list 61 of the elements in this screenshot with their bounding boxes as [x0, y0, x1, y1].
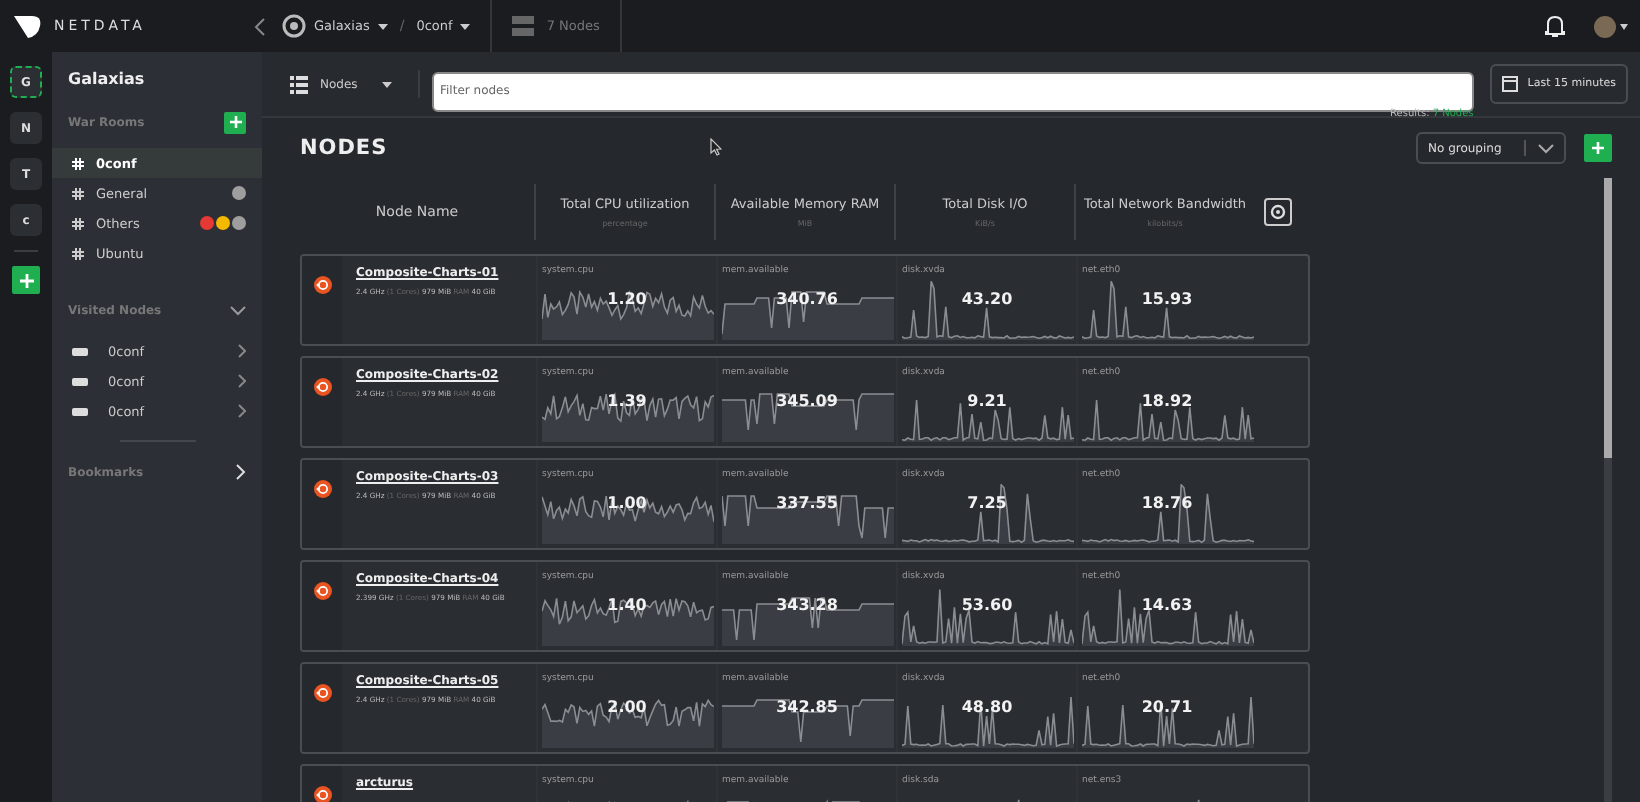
ubuntu-icon	[313, 786, 331, 802]
metric-value: 7.25	[965, 494, 1009, 512]
plus-icon	[229, 116, 241, 128]
plus-icon	[1592, 142, 1604, 154]
metric-value: 1.40	[605, 596, 649, 614]
bell-icon[interactable]	[1544, 14, 1566, 38]
ubuntu-icon	[313, 480, 331, 498]
calendar-icon	[1501, 76, 1518, 92]
caret-icon[interactable]	[1620, 23, 1628, 29]
metric-value: 20.71	[1139, 698, 1195, 716]
ubuntu-icon	[313, 378, 331, 396]
ubuntu-icon	[313, 276, 331, 294]
server-icon	[72, 347, 88, 355]
cursor-icon	[710, 138, 722, 156]
space-title: Galaxias	[66, 70, 147, 92]
metric-value: 14.63	[1139, 596, 1195, 614]
server-icon	[72, 407, 88, 415]
metric-value: 53.60	[959, 596, 1015, 614]
settings-button[interactable]	[1264, 198, 1292, 226]
add-button[interactable]	[1584, 134, 1612, 162]
chevron-icon	[238, 374, 246, 388]
page-heading: NODES	[300, 136, 388, 160]
caret-icon	[381, 81, 392, 87]
metric-value: 337.55	[774, 494, 840, 512]
plus-icon	[19, 273, 33, 287]
hash-icon	[72, 217, 84, 229]
hash-icon	[72, 187, 84, 199]
metric-value: 1.39	[605, 392, 649, 410]
metric-value: 1.20	[605, 290, 649, 308]
chevron-icon[interactable]	[230, 305, 246, 315]
metric-value: 343.28	[774, 596, 840, 614]
chevron-icon	[238, 404, 246, 418]
ubuntu-icon	[313, 582, 331, 600]
metric-value: 18.92	[1139, 392, 1195, 410]
logo-icon	[14, 15, 42, 37]
globe-icon	[282, 14, 306, 38]
list-icon	[290, 75, 308, 93]
add-space-button[interactable]	[12, 266, 40, 294]
chevron-icon	[1538, 143, 1554, 153]
ubuntu-icon	[313, 684, 331, 702]
hash-icon	[72, 247, 84, 259]
metric-value: 340.76	[774, 290, 840, 308]
metric-value: 48.80	[959, 698, 1015, 716]
collapse-icon[interactable]	[254, 17, 266, 35]
metric-value: 342.85	[774, 698, 840, 716]
metric-value: 15.93	[1139, 290, 1195, 308]
metric-value: 18.76	[1139, 494, 1195, 512]
add-room-button[interactable]	[224, 111, 246, 133]
metric-value: 345.09	[774, 392, 840, 410]
hash-icon	[72, 157, 84, 169]
caret-icon	[460, 23, 471, 29]
server-icon	[512, 16, 535, 36]
metric-value: 9.21	[965, 392, 1009, 410]
scrollbar[interactable]	[1604, 178, 1612, 802]
metric-value: 1.00	[605, 494, 649, 512]
settings-icon	[1270, 204, 1286, 220]
caret-icon	[377, 23, 388, 29]
metric-value: 2.00	[605, 698, 649, 716]
metric-value: 43.20	[959, 290, 1015, 308]
chevron-icon	[238, 344, 246, 358]
server-icon	[72, 377, 88, 385]
